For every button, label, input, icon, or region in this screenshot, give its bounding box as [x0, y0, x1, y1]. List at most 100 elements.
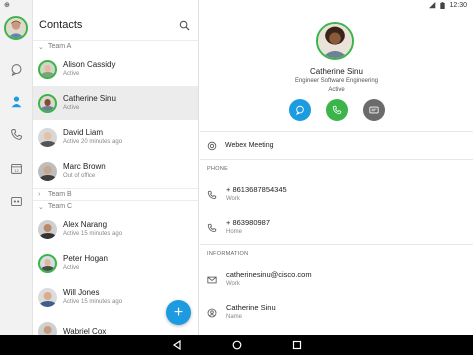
contact-status: Active — [63, 265, 80, 271]
rail-rooms[interactable] — [9, 194, 24, 209]
chat-bubble-icon — [296, 105, 304, 115]
wifi-icon — [429, 1, 436, 8]
person-icon — [11, 96, 22, 108]
profile-name: Catherine Sinu — [310, 67, 363, 76]
contact-card-button[interactable] — [363, 99, 385, 121]
phone-section-label: PHONE — [207, 166, 229, 172]
contact-name: Catherine Sinu — [63, 94, 116, 103]
avatar — [38, 93, 57, 113]
home-icon[interactable] — [232, 340, 242, 350]
contacts-panel: Contacts ⌄ Team A Alison Cassidy Active … — [33, 0, 199, 335]
email-row[interactable]: catherinesinu@cisco.com Work — [200, 263, 473, 296]
contact-row[interactable]: Alex Narang Active 15 minutes ago — [33, 212, 198, 246]
avatar — [38, 219, 57, 239]
phone-icon — [207, 223, 217, 232]
profile-header: Catherine Sinu Engineer Software Enginee… — [200, 0, 473, 131]
app-screen: ⊕ 12:30 12 Contacts ⌄ Team A Alison Cass… — [0, 0, 473, 355]
rail-calls[interactable] — [9, 127, 24, 142]
contact-name: Peter Hogan — [63, 254, 108, 263]
plus-icon: + — [173, 303, 184, 321]
email-label: Work — [226, 281, 240, 287]
contact-name: David Liam — [63, 128, 104, 137]
phone-label: Work — [226, 196, 240, 202]
profile-title: Engineer Software Engineering — [294, 78, 379, 84]
contacts-title: Contacts — [39, 19, 83, 31]
contact-status: Active — [63, 71, 80, 77]
email-value: catherinesinu@cisco.com — [226, 270, 312, 279]
contact-row[interactable]: Alison Cassidy Active — [33, 52, 198, 86]
status-bar: ⊕ 12:30 — [0, 0, 473, 10]
avatar — [38, 253, 57, 273]
phone-value: + 863980987 — [226, 218, 271, 227]
battery-icon — [440, 1, 446, 9]
contact-name: Marc Brown — [63, 162, 106, 171]
contact-status: Active 15 minutes ago — [63, 231, 123, 237]
profile-actions — [289, 99, 385, 121]
contact-row[interactable]: Marc Brown Out of office — [33, 154, 198, 188]
add-contact-button[interactable]: + — [166, 300, 191, 325]
phone-label: Home — [226, 229, 243, 235]
contact-name: Will Jones — [63, 288, 100, 297]
avatar — [38, 127, 57, 147]
svg-text:12: 12 — [14, 168, 19, 173]
name-row[interactable]: Catherine Sinu Name — [200, 296, 473, 329]
phone-value: + 8613687854345 — [226, 185, 287, 194]
profile-status: Active — [328, 87, 345, 93]
meeting-room-icon — [11, 196, 22, 207]
contact-row[interactable]: David Liam Active 20 minutes ago — [33, 120, 198, 154]
phone-icon — [332, 105, 342, 115]
chat-bubble-icon — [11, 64, 22, 76]
status-time: 12:30 — [449, 1, 467, 9]
chevron-down-icon: ⌄ — [38, 43, 44, 51]
calendar-icon: 12 — [11, 163, 22, 174]
contact-detail-panel: Catherine Sinu Engineer Software Enginee… — [200, 0, 473, 335]
call-button[interactable] — [326, 99, 348, 121]
avatar — [38, 321, 57, 335]
recent-apps-icon[interactable] — [292, 340, 302, 350]
contact-name: Wabriel Cox — [63, 326, 107, 336]
contact-name: Alison Cassidy — [63, 60, 116, 69]
avatar — [38, 161, 57, 181]
my-avatar[interactable] — [4, 16, 28, 40]
phone-icon — [11, 129, 22, 140]
webex-meeting-icon — [207, 141, 217, 150]
name-label: Name — [226, 314, 243, 320]
rail-contacts[interactable] — [9, 94, 24, 109]
profile-avatar — [316, 22, 354, 60]
group-team-c[interactable]: ⌄ Team C — [33, 200, 198, 212]
webex-meeting-label: Webex Meeting — [225, 142, 274, 149]
group-team-a[interactable]: ⌄ Team A — [33, 40, 198, 52]
contact-status: Active 20 minutes ago — [63, 139, 123, 145]
mail-icon — [207, 276, 217, 283]
group-team-b[interactable]: › Team B — [33, 188, 198, 200]
search-icon[interactable] — [179, 20, 190, 31]
status-left-icon: ⊕ — [4, 2, 10, 9]
contact-status: Active 15 minutes ago — [63, 299, 123, 305]
name-value: Catherine Sinu — [226, 303, 276, 312]
contact-row-selected[interactable]: Catherine Sinu Active — [33, 86, 198, 120]
contact-name: Alex Narang — [63, 220, 108, 229]
information-section-label: INFORMATION — [207, 251, 249, 257]
group-label: Team A — [48, 43, 72, 50]
system-nav-bar — [0, 335, 473, 355]
group-label: Team B — [48, 191, 72, 198]
phone-row-work[interactable]: + 8613687854345 Work — [200, 178, 473, 211]
chevron-down-icon: ⌄ — [38, 203, 44, 211]
avatar — [38, 287, 57, 307]
nav-rail: 12 — [0, 0, 33, 335]
message-button[interactable] — [289, 99, 311, 121]
contact-status: Out of office — [63, 173, 96, 179]
contact-status: Active — [63, 105, 80, 111]
rail-messages[interactable] — [9, 62, 24, 77]
webex-meeting-row[interactable]: Webex Meeting — [200, 132, 473, 159]
rail-calendar[interactable]: 12 — [9, 161, 24, 176]
person-circle-icon — [207, 308, 217, 317]
phone-icon — [207, 190, 217, 199]
contact-card-icon — [369, 106, 379, 114]
phone-row-home[interactable]: + 863980987 Home — [200, 211, 473, 244]
avatar — [38, 59, 57, 79]
chevron-right-icon: › — [38, 191, 41, 198]
contact-row[interactable]: Peter Hogan Active — [33, 246, 198, 280]
group-label: Team C — [48, 203, 73, 210]
back-icon[interactable] — [172, 340, 182, 350]
